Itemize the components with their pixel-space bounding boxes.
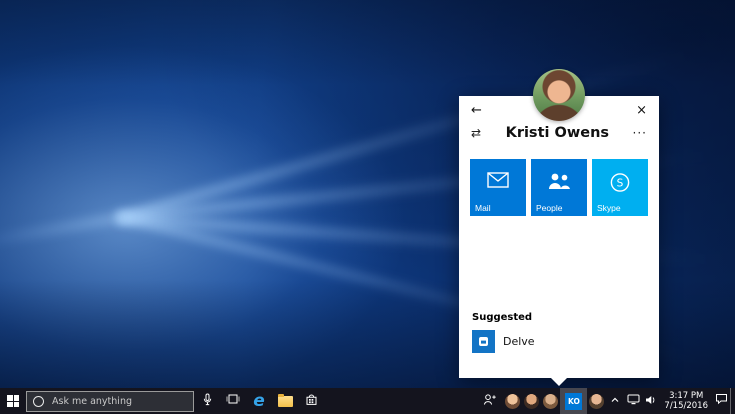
contact-avatar-icon [524,394,539,409]
suggested-heading: Suggested [459,312,659,323]
start-button[interactable] [0,388,26,414]
volume-icon [645,394,657,409]
contact-avatar-icon [589,394,604,409]
network-button[interactable] [624,388,642,414]
store-button[interactable] [298,388,324,414]
svg-text:S: S [617,177,624,189]
suggested-item-delve[interactable]: Delve [459,323,659,353]
taskbar-contact-4[interactable] [587,388,606,414]
action-center-button[interactable] [712,388,730,414]
close-button[interactable]: × [636,104,647,117]
app-tiles: Mail People S Skype [459,141,659,216]
people-hub-icon [483,393,497,410]
taskbar-contact-3[interactable] [541,388,560,414]
store-bag-icon [305,393,318,410]
contact-name: Kristi Owens [506,125,609,141]
search-input[interactable] [50,395,187,408]
windows-logo-icon [7,395,19,407]
screen: ← × ⇄ Kristi Owens ··· Mail People [0,0,735,414]
chevron-up-icon [610,394,620,409]
folder-icon [278,396,293,407]
contact-avatar [533,69,585,121]
people-icon [547,172,571,192]
contact-avatar-icon [543,394,558,409]
more-options-button[interactable]: ··· [633,127,647,139]
edge-button[interactable]: e [246,388,272,414]
task-view-button[interactable] [220,388,246,414]
taskbar-contact-2[interactable] [522,388,541,414]
clock-time: 3:17 PM [669,391,703,401]
tile-people[interactable]: People [531,159,587,216]
tile-skype-label: Skype [597,203,621,213]
mic-icon [203,393,212,410]
back-button[interactable]: ← [471,104,482,117]
contact-avatar-icon [505,394,520,409]
delve-icon [472,330,495,353]
taskbar-clock[interactable]: 3:17 PM 7/15/2016 [660,388,712,414]
suggested-item-label: Delve [503,335,535,348]
contact-initials-tile: KO [565,393,582,410]
mail-icon [487,172,509,191]
volume-button[interactable] [642,388,660,414]
people-hub-button[interactable] [477,388,503,414]
cortana-search-box[interactable] [26,391,194,412]
cortana-mic-button[interactable] [194,388,220,414]
tile-mail-label: Mail [475,203,491,213]
taskbar-right: KO 3:17 PM 7/ [477,388,735,414]
taskbar-contact-1[interactable] [503,388,522,414]
flyout-pointer [551,378,567,386]
task-view-icon [226,393,240,409]
file-explorer-button[interactable] [272,388,298,414]
clock-date: 7/15/2016 [664,401,708,411]
network-icon [627,394,640,409]
tile-skype[interactable]: S Skype [592,159,648,216]
tile-mail[interactable]: Mail [470,159,526,216]
tray-expand-button[interactable] [606,388,624,414]
action-center-icon [715,393,728,409]
cortana-icon [33,396,44,407]
taskbar: e KO [0,388,735,414]
tile-people-label: People [536,203,562,213]
skype-icon: S [610,172,631,196]
show-desktop-button[interactable] [730,388,735,414]
edge-icon: e [253,393,265,410]
contact-flyout: ← × ⇄ Kristi Owens ··· Mail People [459,96,659,378]
switch-contact-button[interactable]: ⇄ [471,127,482,139]
pinned-contact-ko[interactable]: KO [560,388,587,414]
wallpaper-beam [0,213,118,261]
